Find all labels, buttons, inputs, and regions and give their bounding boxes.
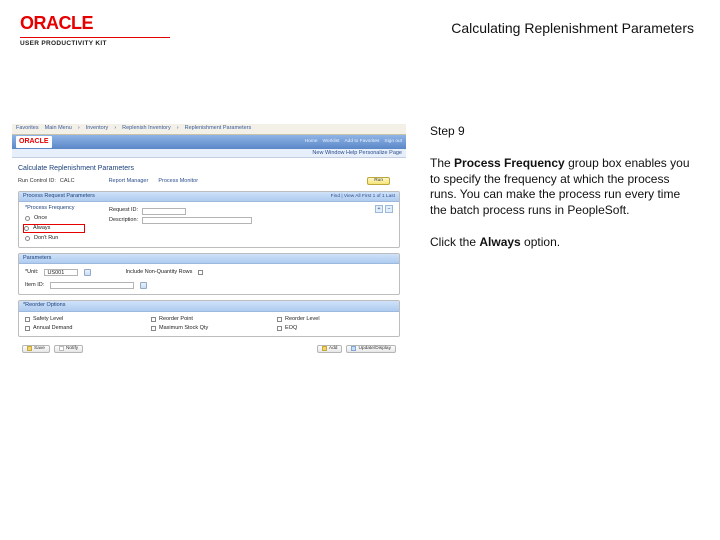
crumb[interactable]: Favorites xyxy=(16,125,39,132)
breadcrumb: Favorites Main Menu› Inventory› Replenis… xyxy=(12,124,406,135)
reorder-option[interactable]: Maximum Stock Qty xyxy=(151,325,267,332)
notify-icon xyxy=(59,346,64,351)
reorder-option[interactable]: Safety Level xyxy=(25,316,141,323)
btn-label: Update/Display xyxy=(358,346,391,352)
sub-toolbar: New Window Help Personalize Page xyxy=(12,149,406,158)
reorder-option[interactable]: Annual Demand xyxy=(25,325,141,332)
text: option. xyxy=(521,235,560,249)
group-title: *Reorder Options xyxy=(23,302,66,309)
option-label: Annual Demand xyxy=(33,325,72,332)
pager[interactable]: Find | View All First 1 of 1 Last xyxy=(331,194,395,200)
freq-option-dont-run[interactable]: Don't Run xyxy=(25,235,85,242)
request-id-label: Request ID: xyxy=(109,207,138,214)
lesson-title: Calculating Replenishment Parameters xyxy=(451,10,700,36)
checkbox-icon xyxy=(151,326,156,331)
process-monitor-link[interactable]: Process Monitor xyxy=(158,178,198,185)
text-bold: Process Frequency xyxy=(454,156,565,170)
update-display-button[interactable]: Update/Display xyxy=(346,345,396,353)
checkbox-icon xyxy=(277,326,282,331)
description-label: Description: xyxy=(109,217,138,224)
option-label: EOQ xyxy=(285,325,297,332)
reorder-options-group: *Reorder Options Safety Level Reorder Po… xyxy=(18,300,400,336)
option-label: Reorder Level xyxy=(285,316,320,323)
crumb[interactable]: Inventory xyxy=(86,125,109,132)
description-input[interactable] xyxy=(142,217,252,224)
add-icon xyxy=(322,346,327,351)
save-button[interactable]: Save xyxy=(22,345,50,353)
checkbox-icon xyxy=(277,317,282,322)
btn-label: Save xyxy=(34,346,45,352)
radio-icon xyxy=(24,226,29,231)
group-title: Process Request Parameters xyxy=(23,193,95,200)
crumb[interactable]: Replenish Inventory xyxy=(122,125,171,132)
lookup-icon[interactable] xyxy=(84,269,91,276)
run-button[interactable]: Run xyxy=(367,177,390,185)
checkbox-icon xyxy=(25,317,30,322)
radio-icon xyxy=(25,236,30,241)
add-row-button[interactable]: + xyxy=(375,205,383,213)
parameters-group: Parameters *Unit: US001 Include Non-Quan… xyxy=(18,253,400,295)
page-title: Calculate Replenishment Parameters xyxy=(18,164,400,173)
btn-label: Notify xyxy=(66,346,78,352)
option-label: Safety Level xyxy=(33,316,63,323)
text: Click the xyxy=(430,235,479,249)
option-label: Maximum Stock Qty xyxy=(159,325,208,332)
freq-option-once[interactable]: Once xyxy=(25,215,85,222)
link-home[interactable]: Home xyxy=(305,139,318,145)
link-signout[interactable]: Sign out xyxy=(384,139,402,145)
text: The xyxy=(430,156,454,170)
crumb[interactable]: Replenishment Parameters xyxy=(185,125,252,132)
text-bold: Always xyxy=(479,235,520,249)
unit-label: *Unit: xyxy=(25,269,38,276)
save-icon xyxy=(27,346,32,351)
group-title: Parameters xyxy=(23,255,51,262)
upk-subtitle: USER PRODUCTIVITY KIT xyxy=(20,37,170,47)
lookup-icon[interactable] xyxy=(140,282,147,289)
radio-icon xyxy=(25,216,30,221)
oracle-brand: ORACLE xyxy=(20,14,170,32)
freq-label: Don't Run xyxy=(34,235,58,242)
item-id-label: Item ID: xyxy=(25,282,44,289)
remove-row-button[interactable]: − xyxy=(385,205,393,213)
request-id-input[interactable] xyxy=(142,208,186,215)
notify-button[interactable]: Notify xyxy=(54,345,83,353)
option-label: Reorder Point xyxy=(159,316,193,323)
unit-input[interactable]: US001 xyxy=(44,269,78,276)
crumb[interactable]: Main Menu xyxy=(45,125,72,132)
oracle-brand-small: ORACLE xyxy=(16,136,52,147)
freq-option-always[interactable]: Always xyxy=(23,224,85,233)
app-screenshot: Favorites Main Menu› Inventory› Replenis… xyxy=(12,124,406,360)
instruction-action: Click the Always option. xyxy=(430,235,692,251)
btn-label: Add xyxy=(329,346,338,352)
instruction-panel: Step 9 The Process Frequency group box e… xyxy=(430,124,692,360)
step-label: Step 9 xyxy=(430,124,692,140)
bottom-toolbar: Save Notify Add Update/Display xyxy=(18,342,400,356)
process-frequency-title: *Process Frequency xyxy=(25,205,85,212)
run-control-value: CALC xyxy=(60,178,75,185)
add-button[interactable]: Add xyxy=(317,345,343,353)
reorder-option[interactable]: EOQ xyxy=(277,325,393,332)
instruction-text: The Process Frequency group box enables … xyxy=(430,156,692,219)
item-id-input[interactable] xyxy=(50,282,134,289)
freq-label: Once xyxy=(34,215,47,222)
upk-logo: ORACLE USER PRODUCTIVITY KIT xyxy=(20,10,170,50)
checkbox-icon xyxy=(25,326,30,331)
include-label: Include Non-Quantity Rows xyxy=(125,269,192,276)
search-icon xyxy=(351,346,356,351)
link-favorites[interactable]: Add to Favorites xyxy=(344,139,379,145)
checkbox-icon xyxy=(151,317,156,322)
include-checkbox[interactable] xyxy=(198,270,203,275)
process-request-group: Process Request Parameters Find | View A… xyxy=(18,191,400,248)
report-manager-link[interactable]: Report Manager xyxy=(109,178,149,185)
app-header: ORACLE Home Worklist Add to Favorites Si… xyxy=(12,135,406,149)
run-control-label: Run Control ID: xyxy=(18,178,56,185)
link-worklist[interactable]: Worklist xyxy=(322,139,339,145)
reorder-option[interactable]: Reorder Level xyxy=(277,316,393,323)
reorder-option[interactable]: Reorder Point xyxy=(151,316,267,323)
freq-label: Always xyxy=(33,225,50,232)
